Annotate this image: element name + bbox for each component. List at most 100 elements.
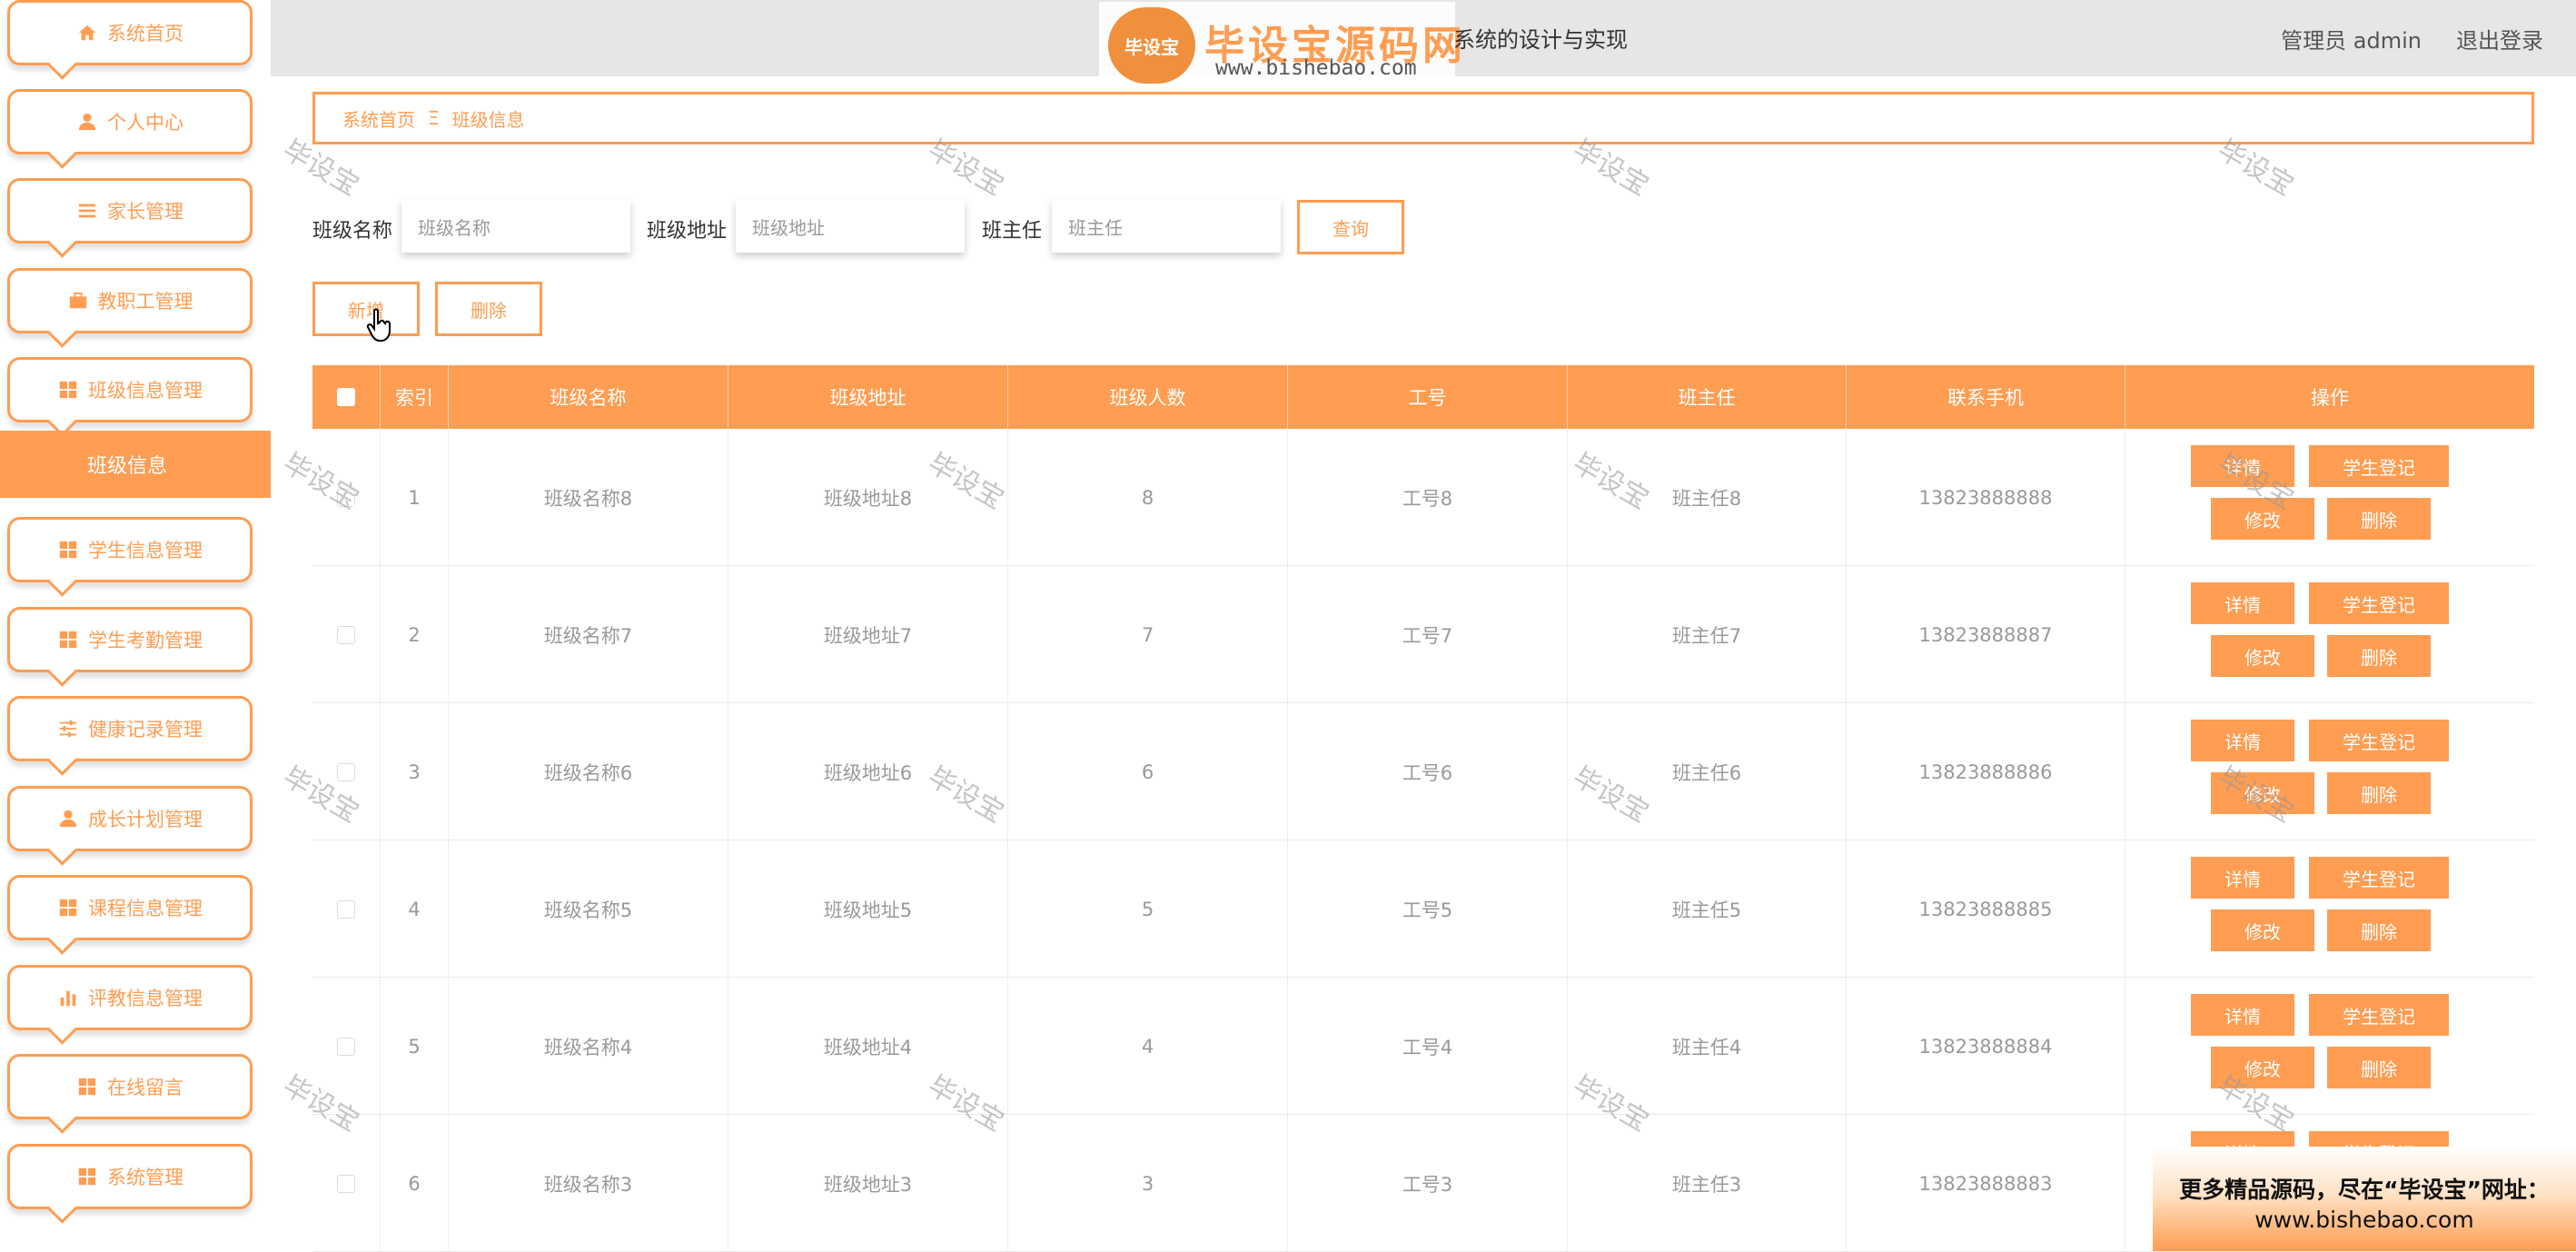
row-select-cell	[312, 703, 381, 840]
detail-button[interactable]: 详情	[2191, 720, 2294, 761]
column-header: 班级地址	[728, 365, 1008, 429]
cell-actions: 详情 学生登记 修改 删除	[2125, 840, 2534, 978]
promo-url: www.bishebao.com	[2254, 1207, 2474, 1233]
cell-actions: 详情 学生登记 修改 删除	[2125, 978, 2534, 1115]
delete-button[interactable]: 删除	[2327, 635, 2431, 677]
cell-phone: 13823888888	[1847, 429, 2125, 566]
row-checkbox[interactable]	[337, 488, 355, 507]
admin-label: 管理员 admin	[2281, 28, 2422, 54]
cell-class-address: 班级地址3	[728, 1115, 1008, 1252]
sidebar-item-system[interactable]: 系统管理	[7, 1144, 253, 1209]
row-checkbox[interactable]	[337, 625, 355, 644]
sidebar-item-attendance[interactable]: 学生考勤管理	[7, 607, 253, 672]
class-name-input[interactable]: 班级名称	[401, 200, 630, 253]
delete-button[interactable]: 删除	[2327, 1047, 2431, 1088]
row-checkbox[interactable]	[337, 899, 355, 919]
student-register-button[interactable]: 学生登记	[2309, 582, 2449, 624]
user-icon	[57, 808, 79, 830]
edit-button[interactable]: 修改	[2211, 635, 2314, 677]
cell-class-count: 8	[1008, 429, 1288, 566]
sidebar-item-home[interactable]: 系统首页	[7, 0, 253, 65]
breadcrumb-separator: Ξ	[428, 107, 440, 129]
sidebar-item-evaluation[interactable]: 评教信息管理	[7, 965, 253, 1030]
sidebar-item-label: 评教信息管理	[88, 988, 203, 1009]
promo-banner: 更多精品源码，尽在“毕设宝”网址： www.bishebao.com	[2153, 1147, 2576, 1251]
delete-button[interactable]: 删除	[2327, 498, 2431, 540]
cell-actions: 详情 学生登记 修改 删除	[2125, 429, 2534, 566]
row-checkbox[interactable]	[337, 762, 355, 781]
cell-index: 4	[381, 840, 449, 978]
cell-job-number: 工号7	[1288, 566, 1568, 703]
cell-head-teacher: 班主任8	[1568, 429, 1847, 566]
column-header: 班级名称	[449, 365, 728, 429]
cell-class-name: 班级名称8	[449, 429, 728, 566]
cell-phone: 13823888884	[1847, 978, 2125, 1115]
class-address-input[interactable]: 班级地址	[736, 200, 965, 253]
sidebar-subitem-class-info[interactable]: 班级信息	[0, 431, 271, 498]
select-all-checkbox[interactable]	[337, 388, 355, 406]
student-register-button[interactable]: 学生登记	[2309, 720, 2449, 761]
grid-icon	[57, 539, 79, 561]
table-row: 2 班级名称7 班级地址7 7 工号7 班主任7 13823888887 详情 …	[312, 566, 2534, 703]
menu-icon	[76, 200, 98, 222]
edit-button[interactable]: 修改	[2211, 909, 2314, 951]
logout-link[interactable]: 退出登录	[2456, 23, 2543, 55]
row-select-cell	[312, 1115, 381, 1252]
edit-button[interactable]: 修改	[2211, 772, 2314, 814]
detail-button[interactable]: 详情	[2191, 857, 2294, 899]
cell-index: 6	[381, 1115, 449, 1252]
briefcase-icon	[67, 290, 89, 312]
student-register-button[interactable]: 学生登记	[2309, 857, 2449, 899]
row-checkbox[interactable]	[337, 1037, 355, 1056]
query-button[interactable]: 查询	[1297, 200, 1404, 254]
sidebar-item-class-management[interactable]: 班级信息管理	[7, 357, 253, 422]
cell-class-address: 班级地址4	[728, 978, 1008, 1115]
detail-button[interactable]: 详情	[2191, 994, 2294, 1036]
student-register-button[interactable]: 学生登记	[2309, 994, 2449, 1036]
detail-button[interactable]: 详情	[2191, 582, 2294, 624]
detail-button[interactable]: 详情	[2191, 445, 2294, 487]
column-header: 班主任	[1568, 365, 1847, 429]
table-header: 索引 班级名称 班级地址 班级人数 工号 班主任 联系手机 操作	[312, 365, 2534, 429]
sidebar-item-label: 系统管理	[107, 1167, 183, 1188]
sidebar-item-courses[interactable]: 课程信息管理	[7, 875, 253, 940]
row-checkbox[interactable]	[337, 1174, 355, 1193]
cell-phone: 13823888885	[1847, 840, 2125, 978]
head-teacher-input[interactable]: 班主任	[1052, 200, 1281, 253]
sidebar-item-health[interactable]: 健康记录管理	[7, 696, 253, 761]
logo-badge: 毕设宝	[1108, 7, 1195, 84]
delete-button[interactable]: 删除	[2327, 772, 2431, 814]
cell-class-name: 班级名称5	[449, 840, 728, 978]
edit-button[interactable]: 修改	[2211, 1047, 2314, 1088]
class-name-label: 班级名称	[312, 220, 393, 243]
delete-selected-button[interactable]: 删除	[435, 282, 542, 336]
head-teacher-label: 班主任	[982, 220, 1043, 243]
cell-phone: 13823888883	[1847, 1115, 2125, 1252]
sidebar-item-growth[interactable]: 成长计划管理	[7, 786, 253, 851]
row-select-cell	[312, 978, 381, 1115]
sidebar-item-students[interactable]: 学生信息管理	[7, 517, 253, 582]
student-register-button[interactable]: 学生登记	[2309, 445, 2449, 487]
sidebar-item-label: 学生考勤管理	[88, 630, 203, 651]
breadcrumb-home[interactable]: 系统首页	[342, 105, 415, 132]
cell-head-teacher: 班主任7	[1568, 566, 1847, 703]
cell-head-teacher: 班主任6	[1568, 703, 1847, 840]
delete-button[interactable]: 删除	[2327, 909, 2431, 951]
cell-class-address: 班级地址6	[728, 703, 1008, 840]
sidebar-item-label: 在线留言	[107, 1077, 183, 1098]
cell-class-name: 班级名称6	[449, 703, 728, 840]
sidebar-item-parents[interactable]: 家长管理	[7, 178, 253, 243]
sidebar-item-label: 家长管理	[107, 201, 183, 223]
sidebar-item-profile[interactable]: 个人中心	[7, 89, 253, 154]
cell-actions: 详情 学生登记 修改 删除	[2125, 566, 2534, 703]
sidebar-item-label: 课程信息管理	[88, 898, 203, 919]
cell-job-number: 工号8	[1288, 429, 1568, 566]
promo-text: 更多精品源码，尽在“毕设宝”网址：	[2179, 1177, 2550, 1203]
sidebar-item-staff[interactable]: 教职工管理	[7, 268, 253, 333]
sidebar: 系统首页 个人中心 家长管理 教职工管理 班级信息管理 班级信息 学生信息管理 …	[0, 0, 271, 1251]
home-icon	[76, 22, 98, 44]
sidebar-item-messages[interactable]: 在线留言	[7, 1054, 253, 1119]
cell-job-number: 工号3	[1288, 1115, 1568, 1252]
cell-class-address: 班级地址5	[728, 840, 1008, 978]
edit-button[interactable]: 修改	[2211, 498, 2314, 540]
